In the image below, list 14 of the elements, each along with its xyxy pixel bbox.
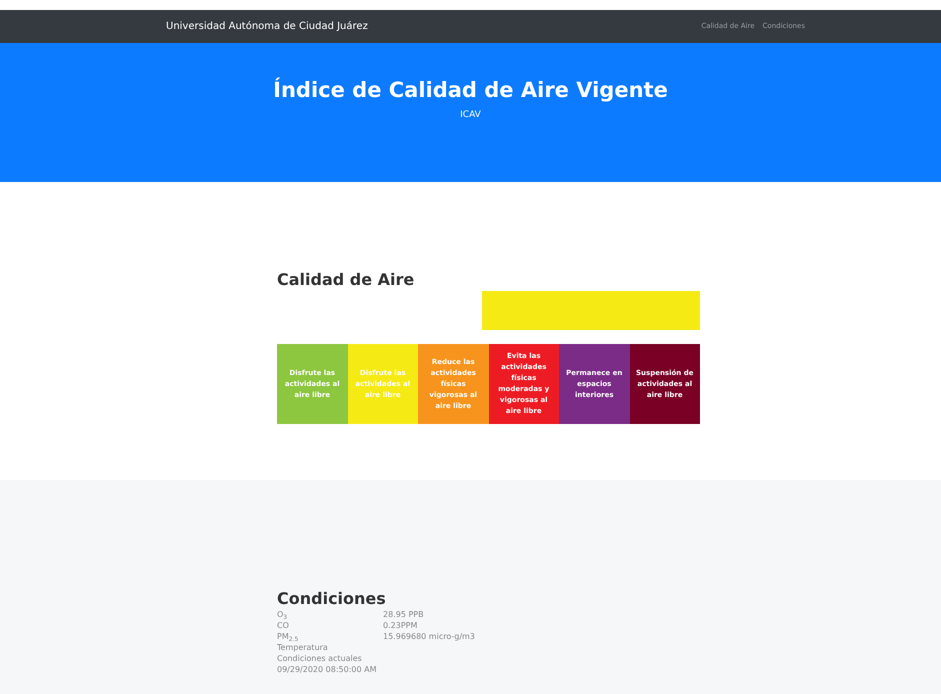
section-title: Calidad de Aire	[277, 269, 416, 291]
condition-label: Temperatura	[277, 642, 329, 653]
condition-label: O$_{3}$	[277, 609, 288, 620]
hero-title: Índice de Calidad de Aire Vigente	[273, 76, 668, 104]
section-title: Condiciones	[277, 589, 387, 609]
hero-subtitle: ICAV	[460, 108, 481, 122]
condition-label: Condiciones actuales	[277, 653, 363, 664]
condition-label: CO	[277, 620, 290, 631]
condition-value: 28.95 PPB	[383, 609, 424, 620]
brand[interactable]: Universidad Autónoma de Ciudad Juárez	[166, 19, 368, 34]
condition-label: 09/29/2020 08:50:00 AM	[277, 664, 378, 675]
condition-value: 15.969680 micro-g/m3	[383, 631, 475, 642]
condition-value: 0.23PPM	[383, 620, 418, 631]
condition-label: PM$_{2.5}$	[277, 631, 300, 642]
